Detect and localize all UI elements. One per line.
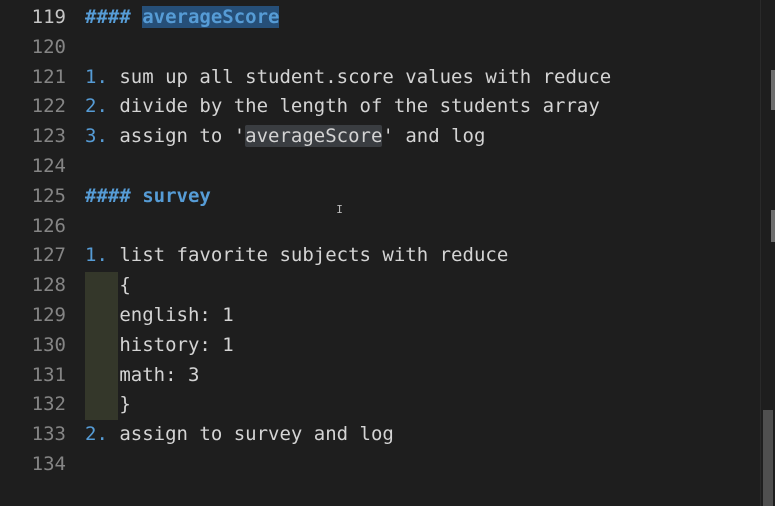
code-token: sum up all student.score values with red…	[107, 65, 612, 88]
code-line[interactable]: 128 {	[0, 270, 760, 300]
line-content: history: 1	[85, 330, 234, 360]
line-content: #### averageScore	[85, 2, 280, 32]
code-line[interactable]: 131 math: 3	[0, 360, 760, 390]
scroll-overview-mark	[771, 210, 775, 242]
code-token: #### survey	[85, 184, 211, 207]
code-line[interactable]: 132 }	[0, 389, 760, 419]
code-token: 3.	[85, 125, 108, 148]
code-token: list favorite subjects with reduce	[107, 244, 509, 267]
line-number: 123	[31, 125, 66, 148]
scroll-overview-mark	[771, 70, 775, 110]
code-token: ' and log	[382, 125, 486, 148]
code-token: assign to '	[107, 125, 246, 148]
code-token: ####	[85, 6, 143, 28]
line-content: {	[85, 270, 131, 300]
code-editor[interactable]: 119 #### averageScore 120 121 1. sum up all …	[0, 0, 775, 506]
line-number: 122	[31, 95, 66, 118]
line-content: english: 1	[85, 300, 234, 330]
code-line[interactable]: 119 #### averageScore	[0, 2, 760, 32]
line-number: 121	[31, 65, 66, 88]
code-token: 2.	[85, 95, 108, 118]
line-content: math: 3	[85, 360, 199, 390]
code-line[interactable]: 129 english: 1	[0, 300, 760, 330]
code-token: 2.	[85, 423, 108, 446]
vertical-scrollbar[interactable]	[760, 0, 775, 506]
line-number: 134	[31, 453, 66, 475]
code-token: history: 1	[85, 333, 234, 356]
code-token: {	[85, 274, 131, 297]
line-content: 2. assign to survey and log	[85, 419, 394, 449]
code-token: assign to survey and log	[107, 423, 394, 446]
code-line[interactable]: 120	[0, 32, 760, 62]
code-line[interactable]: 121 1. sum up all student.score values wi…	[0, 62, 760, 92]
line-content: 1. sum up all student.score values with …	[85, 62, 611, 92]
selected-word: averageScore	[142, 6, 280, 28]
code-line[interactable]: 130 history: 1	[0, 330, 760, 360]
line-content: #### survey	[85, 181, 211, 211]
line-number: 131	[31, 363, 66, 386]
code-line[interactable]: 133 2. assign to survey and log	[0, 419, 760, 449]
line-number: 125	[31, 184, 66, 207]
line-number: 127	[31, 244, 66, 267]
line-number: 130	[31, 333, 66, 356]
code-line[interactable]: 125 #### survey	[0, 181, 760, 211]
line-content: 3. assign to 'averageScore' and log	[85, 121, 485, 151]
code-token: english: 1	[85, 304, 234, 326]
line-number: 119	[31, 6, 66, 28]
text-cursor-icon: I	[336, 203, 343, 216]
line-number: 120	[31, 35, 66, 58]
code-token: divide by the length of the students arr…	[107, 95, 600, 118]
line-content: 1. list favorite subjects with reduce	[85, 240, 508, 270]
line-content: }	[85, 389, 131, 419]
line-number: 132	[31, 393, 66, 416]
code-token: 1.	[85, 244, 108, 267]
code-line[interactable]: 124	[0, 151, 760, 181]
line-content: 2. divide by the length of the students …	[85, 91, 600, 121]
code-token: math: 3	[85, 363, 200, 386]
line-number: 128	[31, 274, 66, 297]
line-number: 126	[31, 214, 66, 237]
code-token: }	[85, 393, 131, 416]
code-line[interactable]: 123 3. assign to 'averageScore' and log	[0, 121, 760, 151]
line-number: 129	[31, 304, 66, 326]
code-line[interactable]: 127 1. list favorite subjects with reduce	[0, 240, 760, 270]
code-line[interactable]: 122 2. divide by the length of the studen…	[0, 91, 760, 121]
matched-word: averageScore	[245, 125, 383, 148]
line-number: 133	[31, 423, 66, 446]
line-number: 124	[31, 155, 66, 177]
code-line[interactable]: 126	[0, 211, 760, 241]
scrollbar-thumb[interactable]	[763, 410, 773, 506]
code-line[interactable]: 134	[0, 449, 760, 479]
code-token: 1.	[85, 65, 108, 88]
